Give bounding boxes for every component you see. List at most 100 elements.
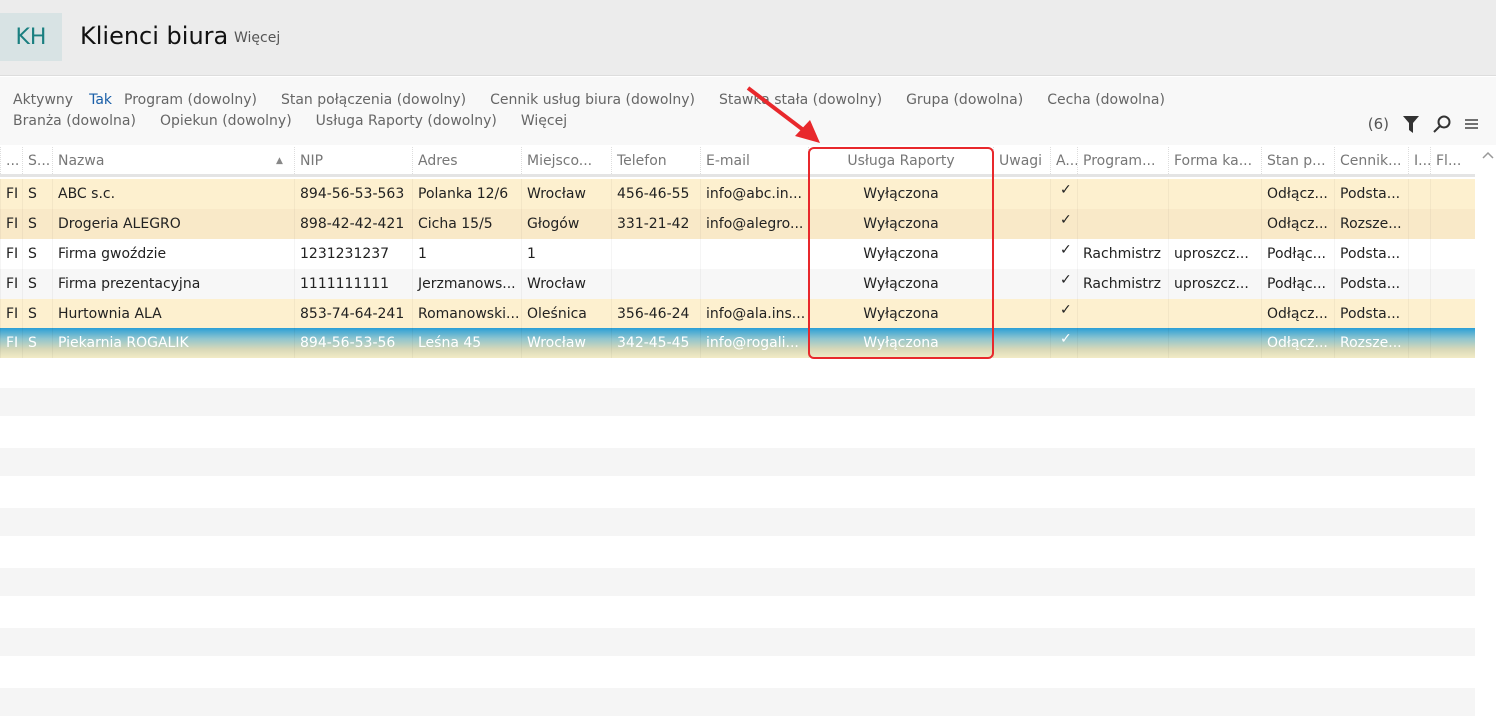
table-cell: Polanka 12/6: [412, 179, 521, 209]
table-cell: [1077, 328, 1168, 358]
search-icon[interactable]: [1433, 115, 1451, 133]
more-link[interactable]: Więcej: [234, 30, 280, 46]
column-header[interactable]: Adres: [412, 147, 521, 174]
table-cell: info@alegro...: [700, 209, 808, 239]
table-row[interactable]: FI S Firma gwoździe 1231231237 1 1 Wyłączona ✓ R…: [0, 239, 1475, 269]
table-row[interactable]: FI S Piekarnia ROGALIK 894-56-53-56 Leśna 45…: [0, 328, 1475, 358]
table-cell: 1231231237: [294, 239, 412, 269]
table-cell: [1168, 179, 1261, 209]
table-cell: Odłącz...: [1261, 328, 1334, 358]
table-cell: Piekarnia ROGALIK: [52, 328, 294, 358]
filter-row1-3[interactable]: Cennik usług biura (dowolny): [490, 92, 707, 108]
page-title: Klienci biura: [80, 22, 229, 50]
table-cell: [1430, 328, 1475, 358]
column-header[interactable]: Telefon: [611, 147, 700, 174]
column-header[interactable]: Stan p...: [1261, 147, 1334, 174]
table-cell: Leśna 45: [412, 328, 521, 358]
filter-row: Aktywny Tak Program (dowolny) Stan połączen…: [13, 92, 1189, 108]
table-cell: [993, 209, 1050, 239]
table-cell: Jerzmanows...: [412, 269, 521, 299]
table-row[interactable]: FI S Drogeria ALEGRO 898-42-42-421 Cicha 15/…: [0, 209, 1475, 239]
table-cell: Podłąc...: [1261, 239, 1334, 269]
filter-icon[interactable]: [1403, 115, 1419, 133]
app-header: KH Klienci biura Więcej: [0, 0, 1496, 76]
table-cell: Rachmistrz: [1077, 269, 1168, 299]
table-header: ... S... Nazwa NIP Adres Miejsco... Telefon E-m…: [0, 147, 1475, 177]
scroll-up-icon[interactable]: [1482, 150, 1494, 160]
record-count: (6): [1367, 115, 1389, 133]
column-header[interactable]: S...: [22, 147, 52, 174]
column-header[interactable]: Cennik...: [1334, 147, 1408, 174]
table-cell: FI: [0, 179, 22, 209]
column-header[interactable]: Program...: [1077, 147, 1168, 174]
column-header[interactable]: Fl...: [1430, 147, 1475, 174]
filter-row2-3[interactable]: Więcej: [521, 113, 579, 129]
table-cell: Hurtownia ALA: [52, 299, 294, 329]
table-cell: [993, 239, 1050, 269]
table-cell: [611, 239, 700, 269]
table-cell: S: [22, 239, 52, 269]
empty-row: [0, 568, 1475, 596]
filter-row2-1[interactable]: Opiekun (dowolny): [160, 113, 304, 129]
menu-icon[interactable]: [1465, 118, 1478, 130]
filter-row1-0[interactable]: Aktywny Tak: [13, 92, 112, 108]
table-cell: 331-21-42: [611, 209, 700, 239]
table-cell: [1408, 328, 1430, 358]
filter-row1-2[interactable]: Stan połączenia (dowolny): [281, 92, 478, 108]
table-cell: FI: [0, 239, 22, 269]
filter-row1-6[interactable]: Cecha (dowolna): [1047, 92, 1177, 108]
column-header[interactable]: I...: [1408, 147, 1430, 174]
filter-row: Branża (dowolna) Opiekun (dowolny) Usługa …: [13, 113, 591, 129]
table-cell: Rozsze...: [1334, 209, 1408, 239]
filter-label: Opiekun (dowolny): [159, 113, 292, 129]
column-header[interactable]: A...: [1050, 147, 1077, 174]
table-row[interactable]: FI S ABC s.c. 894-56-53-563 Polanka 12/6 Wroc…: [0, 179, 1475, 209]
column-header[interactable]: Miejsco...: [521, 147, 611, 174]
table-cell: [1408, 179, 1430, 209]
filter-label: Aktywny: [13, 92, 74, 108]
table-cell: [1077, 209, 1168, 239]
column-header[interactable]: Nazwa: [52, 147, 294, 174]
table-cell: Rozsze...: [1334, 328, 1408, 358]
table-cell: FI: [0, 328, 22, 358]
filter-row1-1[interactable]: Program (dowolny): [124, 92, 269, 108]
table-cell: [1168, 328, 1261, 358]
table-row[interactable]: FI S Firma prezentacyjna 1111111111 Jerzmano…: [0, 269, 1475, 299]
table-cell: info@abc.in...: [700, 179, 808, 209]
filter-row2-2[interactable]: Usługa Raporty (dowolny): [316, 113, 509, 129]
table-cell: ✓: [1050, 328, 1077, 358]
app-logo[interactable]: KH: [0, 13, 62, 61]
table-cell: [1168, 209, 1261, 239]
table-cell: [611, 269, 700, 299]
table-cell: uproszcz...: [1168, 269, 1261, 299]
table-cell: FI: [0, 209, 22, 239]
filter-label: Cecha (dowolna): [1047, 92, 1165, 108]
table-cell: uproszcz...: [1168, 239, 1261, 269]
filter-value[interactable]: Tak: [89, 92, 112, 108]
table-row[interactable]: FI S Hurtownia ALA 853-74-64-241 Romanowski.…: [0, 299, 1475, 329]
table-cell: S: [22, 179, 52, 209]
filter-row2-0[interactable]: Branża (dowolna): [13, 113, 148, 129]
table-cell: [993, 328, 1050, 358]
column-header[interactable]: Uwagi: [993, 147, 1050, 174]
table-cell: Cicha 15/5: [412, 209, 521, 239]
table-cell: [1430, 239, 1475, 269]
column-header[interactable]: ...: [0, 147, 22, 174]
table-cell: [1430, 299, 1475, 329]
table-cell: Firma gwoździe: [52, 239, 294, 269]
table-cell: Podsta...: [1334, 299, 1408, 329]
highlight-box: [808, 147, 994, 359]
filter-label: Stan połączenia (dowolny): [280, 92, 467, 108]
table-cell: [993, 179, 1050, 209]
empty-row: [0, 688, 1475, 716]
table-cell: [1168, 299, 1261, 329]
table-cell: 1111111111: [294, 269, 412, 299]
table-cell: [1408, 299, 1430, 329]
column-header[interactable]: NIP: [294, 147, 412, 174]
filter-row1-5[interactable]: Grupa (dowolna): [906, 92, 1035, 108]
column-header[interactable]: E-mail: [700, 147, 808, 174]
table-cell: [993, 299, 1050, 329]
column-header[interactable]: Forma ka...: [1168, 147, 1261, 174]
table-cell: ✓: [1050, 299, 1077, 329]
table-cell: Podsta...: [1334, 179, 1408, 209]
